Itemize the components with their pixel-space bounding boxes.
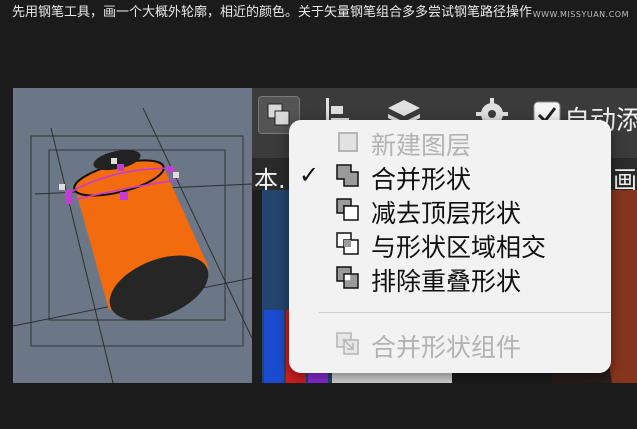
menu-separator bbox=[319, 312, 611, 313]
menu-item-combine-shapes[interactable]: ✓ 合并形状 bbox=[289, 158, 611, 194]
menu-item-subtract-front-shape[interactable]: 减去顶层形状 bbox=[289, 192, 611, 228]
menu-item-exclude-overlapping-shapes[interactable]: 排除重叠形状 bbox=[289, 260, 611, 296]
menu-item-label: 合并形状组件 bbox=[371, 333, 522, 362]
intersect-shape-areas-icon bbox=[335, 231, 361, 261]
canister-shape bbox=[73, 149, 209, 321]
menu-item-label: 排除重叠形状 bbox=[371, 267, 522, 296]
handle-point bbox=[111, 158, 117, 164]
menu-item-new-layer[interactable]: 新建图层 bbox=[289, 124, 611, 160]
menu-item-merge-shape-components[interactable]: 合并形状组件 bbox=[289, 326, 611, 362]
photoshop-screenshot: 自动添 本. 画 新建图层 ✓ bbox=[13, 88, 637, 383]
path-operations-menu: 新建图层 ✓ 合并形状 减去顶层形状 与形状区域相交 排除重叠形状 合并形状组件 bbox=[289, 120, 611, 373]
anchor-point bbox=[65, 190, 72, 204]
menu-item-label: 与形状区域相交 bbox=[371, 233, 547, 262]
site-watermark: WWW.MISSYUAN.COM bbox=[532, 10, 629, 19]
menu-item-label: 合并形状 bbox=[371, 165, 472, 194]
document-canvas[interactable] bbox=[13, 88, 252, 383]
anchor-point bbox=[117, 164, 124, 171]
exclude-overlapping-shapes-icon bbox=[335, 265, 361, 295]
combine-shapes-icon bbox=[335, 163, 361, 193]
handle-point bbox=[59, 184, 65, 190]
anchor-point bbox=[167, 166, 174, 173]
anchor-point bbox=[120, 192, 128, 200]
menu-item-intersect-shape-areas[interactable]: 与形状区域相交 bbox=[289, 226, 611, 262]
menu-item-label: 新建图层 bbox=[371, 131, 472, 160]
canvas-artwork bbox=[13, 107, 252, 383]
merge-shape-components-icon bbox=[335, 331, 361, 361]
menu-item-label: 减去顶层形状 bbox=[371, 199, 522, 228]
tutorial-caption: 先用钢笔工具，画一个大概外轮廓，相近的颜色。关于矢量钢笔组合多多尝试钢笔路径操作 bbox=[12, 5, 533, 20]
subtract-front-shape-icon bbox=[335, 197, 361, 227]
handle-point bbox=[173, 172, 179, 178]
checkmark-icon: ✓ bbox=[299, 161, 320, 189]
new-layer-icon bbox=[335, 129, 361, 159]
